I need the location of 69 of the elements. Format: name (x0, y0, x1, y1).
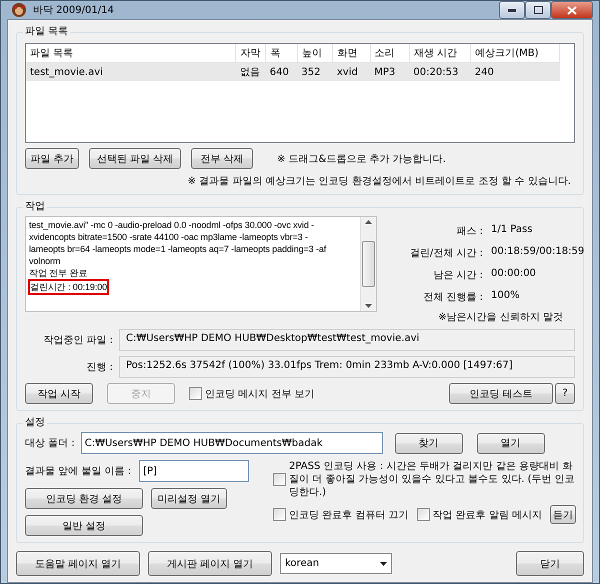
group-title: 설정 (23, 415, 47, 429)
stat-value: 00:18:59/00:18:59 (491, 246, 584, 259)
board-page-button[interactable]: 게시판 페이지 열기 (148, 551, 272, 576)
size-note: ※ 결과물 파일의 예상크기는 인코딩 환경설정에서 비트레이트로 조정 할 수 있습니다. (188, 175, 571, 188)
stat-label: 걸린/전체 시간 : (408, 247, 483, 260)
field-label: 대상 폴더 : (25, 437, 75, 450)
table-cell: test_movie.avi (26, 62, 236, 81)
stat-label: 남은 시간 : (432, 269, 483, 282)
table-cell: 640 (266, 62, 298, 81)
minimize-icon (508, 8, 516, 12)
start-button[interactable]: 작업 시작 (25, 383, 93, 404)
browse-button[interactable]: 찾기 (394, 432, 463, 454)
scroll-up-icon[interactable] (365, 220, 372, 224)
readonly-field: C:₩Users₩HP DEMO HUB₩Desktop₩test₩test_movie.avi (119, 329, 575, 351)
open-button[interactable]: 열기 (476, 432, 545, 454)
group-title: 작업 (23, 199, 47, 213)
readonly-field: Pos:1252.6s 37542f (100%) 33.01fps Trem: 0min 233mb A-V:0.000 [1497:67] (119, 356, 575, 378)
group-title: 파일 목록 (23, 24, 70, 38)
stat-value: 1/1 Pass (491, 224, 534, 237)
close-dialog-button[interactable]: 닫기 (516, 551, 584, 576)
warning-text: ※남은시간을 신뢰하지 말것 (438, 311, 563, 324)
stat-label: 전체 진행률 : (422, 291, 483, 304)
table-cell: 없음 (236, 62, 266, 81)
listen-button[interactable]: 듣기 (550, 505, 576, 524)
close-icon (567, 6, 577, 14)
table-cell: MP3 (370, 62, 410, 81)
maximize-button[interactable] (525, 1, 551, 19)
scroll-down-icon[interactable] (365, 304, 372, 308)
close-button[interactable] (551, 1, 593, 19)
prefix-field[interactable]: [P] (139, 460, 250, 482)
stat-value: 100% (491, 290, 521, 303)
log-line: 작업 전부 완료 (29, 267, 88, 279)
field-label: 진행 : (85, 361, 113, 374)
caret-icon (380, 562, 387, 566)
log-line: volnorm (29, 255, 60, 267)
help-button[interactable]: ? (555, 383, 575, 404)
log-line: lameopts br=64 -lameopts mode=1 -lameopts aq=7 -lameopts padding=3 -af (29, 243, 326, 255)
checkbox[interactable]: 인코딩 메시지 전부 보기 (189, 386, 315, 400)
app-icon (11, 2, 27, 18)
general-settings-button[interactable]: 일반 설정 (25, 515, 143, 536)
list-button[interactable]: 전부 삭제 (191, 148, 253, 169)
test-button[interactable]: 인코딩 테스트 (449, 383, 553, 404)
table-cell: xvid (332, 62, 370, 81)
checkbox[interactable]: 인코딩 완료후 컴퓨터 끄기 (273, 508, 409, 522)
field-label: 작업중인 파일 : (42, 334, 113, 347)
list-button[interactable]: 선택된 파일 삭제 (89, 148, 181, 169)
drag-drop-note: ※ 드래그&드롭으로 추가 가능합니다. (277, 152, 446, 166)
maximize-icon (534, 6, 542, 14)
list-button[interactable]: 파일 추가 (25, 148, 79, 169)
help-page-button[interactable]: 도움말 페이지 열기 (16, 551, 140, 576)
log-line: xvidencopts bitrate=1500 -srate 44100 -oac mp3lame -lameopts vbr=3 - (29, 231, 308, 243)
log-line: 걸린시간 : 00:19:00 (30, 281, 108, 293)
field-label: 결과물 앞에 붙일 이름 : (25, 465, 132, 478)
encoding-settings-button[interactable]: 인코딩 환경 설정 (25, 488, 143, 509)
table-cell: 240 (470, 62, 560, 81)
window-title: 바닥 2009/01/14 (33, 4, 115, 17)
stat-value: 00:00:00 (491, 268, 537, 281)
folder-field[interactable]: C:₩Users₩HP DEMO HUB₩Documents₩badak (80, 432, 383, 454)
file-list[interactable]: 파일 목록 자막 폭 높이 화면 소리 재생 시간 예상크기(MB) test_movie.avi 없음 640 352 xvid MP3 00:20:53 240 (25, 43, 575, 143)
language-dropdown[interactable]: korean (280, 553, 392, 574)
scroll-thumb[interactable] (362, 241, 375, 287)
log-line: test_movie.avi" -mc 0 -audio-preload 0.0 -noodml -ofps 30.000 -ovc xvid - (29, 219, 314, 231)
presets-button[interactable]: 미리설정 열기 (151, 488, 227, 509)
minimize-button[interactable] (499, 1, 525, 19)
checkbox[interactable]: 2PASS 인코딩 사용 : 시간은 두배가 걸리지만 같은 용량대비 화질이 더 좋아질 가능성이 있을수 있다고 볼수도 있다. (두번 인코딩한다.) (273, 460, 576, 499)
table-cell: 00:20:53 (409, 62, 471, 81)
stat-label: 패스 : (455, 225, 483, 238)
table-cell: 352 (297, 62, 333, 81)
checkbox[interactable]: 작업 완료후 알림 메시지 (416, 508, 542, 522)
